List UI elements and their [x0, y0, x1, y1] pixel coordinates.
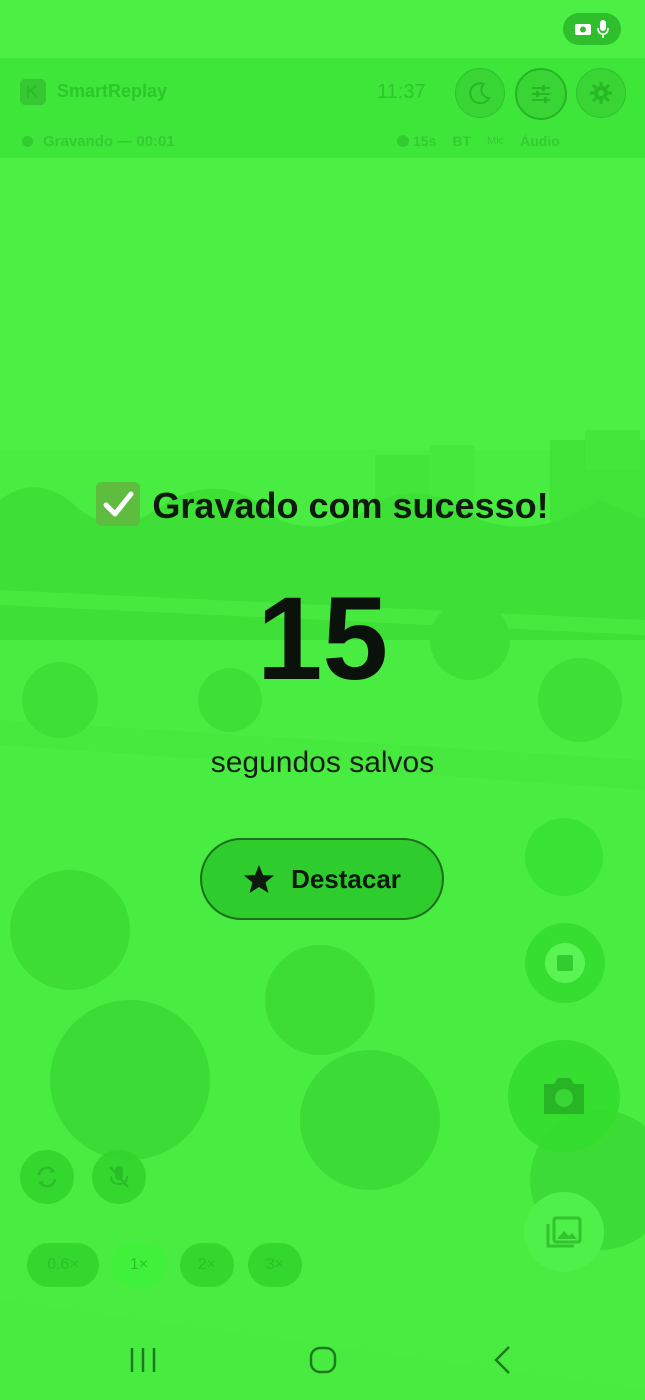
- filters-button[interactable]: [515, 68, 567, 120]
- duration-tag-text: 15s: [413, 133, 437, 149]
- mic-indicator-icon: [597, 20, 609, 38]
- audio-tag: Áudio: [520, 133, 560, 149]
- system-nav-bar: [0, 1320, 645, 1400]
- flip-camera-button[interactable]: [20, 1150, 74, 1204]
- camera-indicator-icon: [575, 24, 591, 35]
- bt-tag: BT: [452, 133, 472, 149]
- nav-recents-button[interactable]: [112, 1320, 174, 1400]
- stop-icon: [545, 943, 585, 983]
- capture-button[interactable]: [508, 1040, 620, 1152]
- flip-camera-icon: [37, 1166, 57, 1188]
- settings-button[interactable]: [576, 68, 626, 118]
- recents-icon: [130, 1348, 156, 1372]
- theme-toggle-button[interactable]: [455, 68, 505, 118]
- clock: 11:37: [377, 81, 426, 103]
- highlight-button-label: Destacar: [291, 863, 401, 894]
- back-icon: [494, 1346, 510, 1374]
- mute-mic-button[interactable]: [92, 1150, 146, 1204]
- moon-icon: [469, 82, 491, 105]
- star-icon: [244, 865, 275, 893]
- stop-button[interactable]: [525, 923, 605, 1003]
- check-box-icon: [96, 482, 141, 526]
- home-icon: [309, 1346, 337, 1374]
- recording-status: Gravando — 00:01: [22, 133, 175, 150]
- seconds-count: 15: [256, 573, 389, 705]
- gallery-icon: [546, 1216, 582, 1248]
- zoom-option-1[interactable]: 1×: [111, 1243, 167, 1287]
- highlight-button[interactable]: Destacar: [200, 838, 444, 920]
- mic-off-icon: [109, 1166, 129, 1188]
- nav-home-button[interactable]: [292, 1320, 354, 1400]
- zoom-option-0-6[interactable]: 0.6×: [27, 1243, 99, 1287]
- seconds-caption: segundos salvos: [210, 746, 435, 779]
- system-privacy-indicator: [563, 13, 621, 45]
- mic-tag: Mic: [487, 135, 505, 147]
- recording-status-text: Gravando — 00:01: [43, 133, 175, 150]
- success-title: Gravado com sucesso!: [0, 482, 645, 527]
- recording-dot: [22, 136, 33, 147]
- app-title: SmartReplay: [57, 81, 168, 101]
- recording-info: 15s BT Mic Áudio: [396, 133, 560, 149]
- nav-back-button[interactable]: [472, 1320, 534, 1400]
- duration-tag: 15s: [396, 133, 436, 149]
- success-title-text: Gravado com sucesso!: [152, 485, 549, 526]
- timer-icon: [397, 135, 409, 147]
- sliders-icon: [532, 85, 550, 103]
- gear-icon: [590, 82, 612, 104]
- side-action-button[interactable]: [525, 818, 603, 896]
- zoom-option-3[interactable]: 3×: [248, 1243, 302, 1287]
- zoom-option-2[interactable]: 2×: [180, 1243, 234, 1287]
- gallery-button[interactable]: [524, 1192, 604, 1272]
- camera-icon: [544, 1078, 584, 1114]
- app-logo-icon: [20, 79, 46, 105]
